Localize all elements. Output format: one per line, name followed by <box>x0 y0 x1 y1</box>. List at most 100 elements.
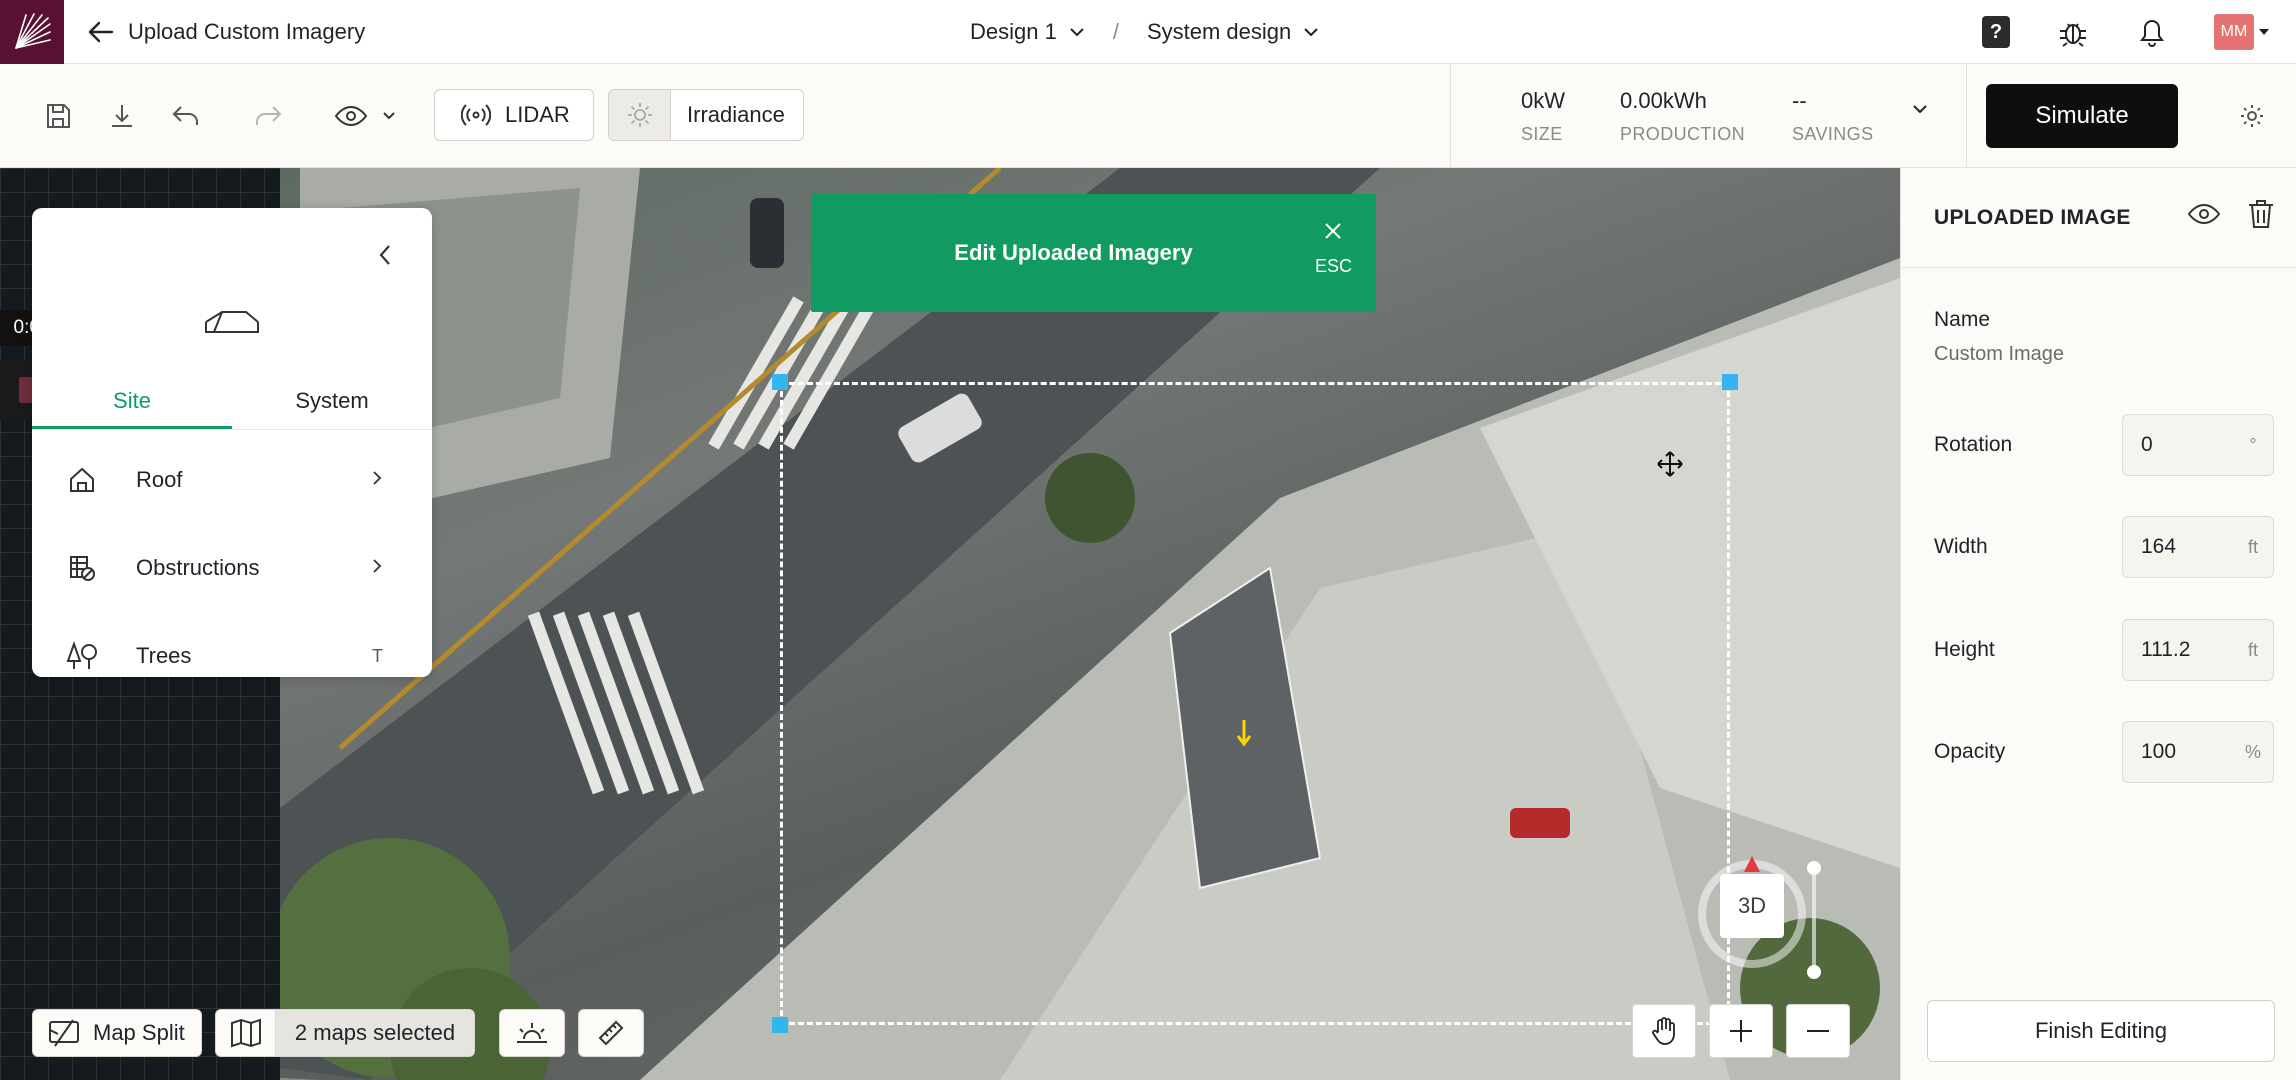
account-menu[interactable]: MM <box>2214 14 2270 50</box>
arrow-left-icon <box>88 21 114 43</box>
irradiance-toggle[interactable]: Irradiance <box>608 89 804 141</box>
stat-label: SIZE <box>1521 123 1563 144</box>
menu-item-obstructions[interactable]: Obstructions <box>32 524 432 612</box>
stat-value: 0kW <box>1521 87 1565 113</box>
design-selector[interactable]: Design 1 <box>970 19 1085 45</box>
bell-icon[interactable] <box>2136 15 2168 49</box>
tab-system[interactable]: System <box>232 376 432 429</box>
trash-icon[interactable] <box>2247 198 2275 230</box>
width-field: Width 164 ft <box>1934 516 2274 578</box>
simulate-button[interactable]: Simulate <box>1986 84 2178 148</box>
field-unit: ft <box>2247 536 2258 557</box>
resize-handle-top-left[interactable] <box>772 374 788 390</box>
panel-tabs: Site System <box>32 376 432 430</box>
mode-selector[interactable]: System design <box>1147 19 1319 45</box>
design-label: Design 1 <box>970 19 1057 44</box>
shortcut-key: T <box>372 645 383 666</box>
field-unit: ° <box>2249 434 2257 455</box>
map-canvas[interactable]: Edit Uploaded Imagery ESC 0:00 Site Syst… <box>0 168 1900 1080</box>
save-button[interactable] <box>42 100 74 132</box>
menu-item-label: Roof <box>136 467 183 492</box>
field-unit: ft <box>2247 639 2258 660</box>
menu-item-label: Obstructions <box>136 555 260 580</box>
stat-label: PRODUCTION <box>1620 123 1745 144</box>
help-button[interactable]: ? <box>1982 16 2010 48</box>
house-outline-icon <box>205 311 259 333</box>
toolbar: LIDAR Irradiance 0kW SIZE 0.00kWh PRODUC… <box>0 64 2296 168</box>
avatar: MM <box>2214 14 2254 50</box>
opacity-input[interactable]: 100 % <box>2122 721 2274 783</box>
field-label: Opacity <box>1934 740 2006 763</box>
finish-editing-button[interactable]: Finish Editing <box>1927 1000 2275 1062</box>
back-link[interactable]: Upload Custom Imagery <box>88 16 365 48</box>
sun-path-button[interactable] <box>499 1009 565 1057</box>
undo-icon <box>172 106 198 125</box>
close-icon[interactable] <box>1324 222 1342 240</box>
visibility-menu[interactable] <box>330 100 400 132</box>
field-value: 111.2 <box>2141 638 2191 661</box>
panel-title: UPLOADED IMAGE <box>1934 206 2131 229</box>
irradiance-label: Irradiance <box>687 102 785 127</box>
gear-icon <box>2241 105 2263 127</box>
broadcast-icon <box>461 104 491 126</box>
resize-handle-top-right[interactable] <box>1722 374 1738 390</box>
map-layers-toggle[interactable] <box>216 1010 276 1056</box>
image-selection-box[interactable] <box>780 382 1730 1025</box>
menu-item-roof[interactable]: Roof <box>32 436 432 524</box>
eye-icon[interactable] <box>2187 202 2221 226</box>
panel-header: UPLOADED IMAGE <box>1901 168 2296 268</box>
chevron-right-icon <box>373 470 382 485</box>
uploaded-image-panel: UPLOADED IMAGE Name Custom Image Rotatio… <box>1900 168 2296 1080</box>
field-value: 0 <box>2141 433 2153 456</box>
divider <box>1966 64 1967 168</box>
sun-icon <box>627 103 652 127</box>
menu-item-trees[interactable]: Trees T <box>32 612 432 700</box>
resize-handle-bottom-left[interactable] <box>772 1017 788 1033</box>
chevron-down-icon[interactable] <box>1912 104 1928 114</box>
hand-icon <box>1652 1017 1675 1045</box>
redo-button[interactable] <box>252 100 284 132</box>
map-split-label: Map Split <box>93 1020 185 1045</box>
rotation-input[interactable]: 0 ° <box>2122 414 2274 476</box>
pan-tool-button[interactable] <box>1632 1004 1696 1058</box>
chevron-down-icon <box>383 112 395 120</box>
field-label: Rotation <box>1934 433 2013 456</box>
app-logo[interactable] <box>0 0 64 64</box>
map-split-button[interactable]: Map Split <box>32 1009 202 1057</box>
name-value: Custom Image <box>1934 343 2065 365</box>
field-label: Width <box>1934 535 1988 558</box>
stat-label: SAVINGS <box>1792 123 1874 144</box>
zoom-in-button[interactable] <box>1709 1004 1773 1058</box>
3d-view-button[interactable]: 3D <box>1720 874 1784 938</box>
zoom-out-button[interactable] <box>1786 1004 1850 1058</box>
page-title: Upload Custom Imagery <box>128 19 366 44</box>
rotation-field: Rotation 0 ° <box>1934 414 2274 476</box>
maps-selected-button[interactable]: 2 maps selected <box>215 1009 475 1057</box>
bug-icon[interactable] <box>2056 15 2090 49</box>
map-icon <box>230 1018 261 1048</box>
settings-button[interactable] <box>2236 100 2268 132</box>
height-input[interactable]: 111.2 ft <box>2122 619 2274 681</box>
stat-value: -- <box>1792 87 1807 113</box>
stat-production: 0.00kWh PRODUCTION <box>1620 88 1792 145</box>
save-icon <box>47 104 70 128</box>
chevron-left-icon[interactable] <box>378 244 392 266</box>
sun-toggle[interactable] <box>609 90 671 140</box>
measure-button[interactable] <box>578 1009 644 1057</box>
move-icon[interactable] <box>1656 450 1684 478</box>
sunrise-icon <box>517 1023 547 1043</box>
opacity-field: Opacity 100 % <box>1934 721 2274 783</box>
top-nav: Upload Custom Imagery Design 1 / System … <box>0 0 2296 64</box>
field-label: Height <box>1934 638 1995 661</box>
stat-size: 0kW SIZE <box>1521 88 1620 145</box>
undo-button[interactable] <box>170 100 202 132</box>
download-button[interactable] <box>106 100 138 132</box>
system-stats: 0kW SIZE 0.00kWh PRODUCTION -- SAVINGS <box>1450 64 1928 168</box>
tab-site[interactable]: Site <box>32 376 232 429</box>
width-input[interactable]: 164 ft <box>2122 516 2274 578</box>
lidar-label: LIDAR <box>505 102 570 127</box>
field-value: 100 <box>2141 740 2177 763</box>
name-label: Name <box>1934 308 1991 331</box>
lidar-button[interactable]: LIDAR <box>434 89 594 141</box>
site-panel: Site System Roof Obstructions Trees T <box>32 208 432 677</box>
